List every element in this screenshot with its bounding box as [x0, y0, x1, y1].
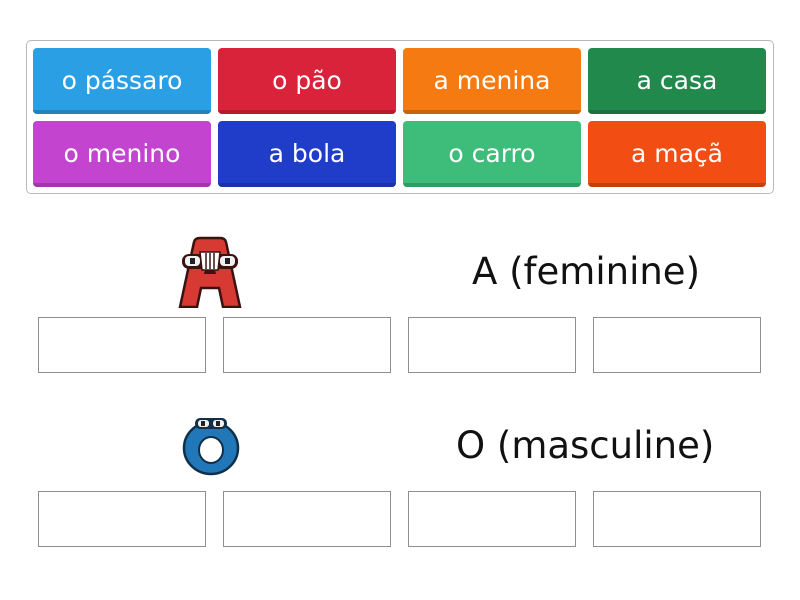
word-tile[interactable]: a maçã: [588, 121, 766, 187]
group-title-masculine: O (masculine): [456, 424, 715, 467]
drop-slot[interactable]: [408, 317, 576, 373]
drop-slot[interactable]: [593, 491, 761, 547]
word-tile-label: a casa: [636, 65, 718, 95]
word-tile-label: o pássaro: [61, 65, 183, 95]
drop-slot[interactable]: [408, 491, 576, 547]
word-tile[interactable]: o carro: [403, 121, 581, 187]
word-tile[interactable]: a bola: [218, 121, 396, 187]
word-tile-label: o pão: [272, 65, 342, 95]
word-bank: o pássaro o pão a menina a casa o menino…: [26, 40, 774, 194]
drop-slot[interactable]: [38, 491, 206, 547]
word-tile-label: a bola: [268, 138, 346, 168]
letter-a-character-icon: [176, 236, 244, 309]
word-tile[interactable]: a casa: [588, 48, 766, 114]
word-tile[interactable]: a menina: [403, 48, 581, 114]
word-tile[interactable]: o pássaro: [33, 48, 211, 114]
word-tile-label: o menino: [63, 138, 181, 168]
word-tile-label: a maçã: [630, 138, 723, 168]
word-tile[interactable]: o menino: [33, 121, 211, 187]
word-tile-label: o carro: [448, 138, 536, 168]
drop-slot[interactable]: [223, 317, 391, 373]
word-tile[interactable]: o pão: [218, 48, 396, 114]
drop-slot[interactable]: [223, 491, 391, 547]
word-tile-label: a menina: [433, 65, 551, 95]
letter-o-character-icon: [180, 412, 242, 476]
drop-slot[interactable]: [38, 317, 206, 373]
group-sort-activity: o pássaro o pão a menina a casa o menino…: [0, 0, 800, 600]
group-title-feminine: A (feminine): [472, 250, 700, 293]
drop-slot[interactable]: [593, 317, 761, 373]
